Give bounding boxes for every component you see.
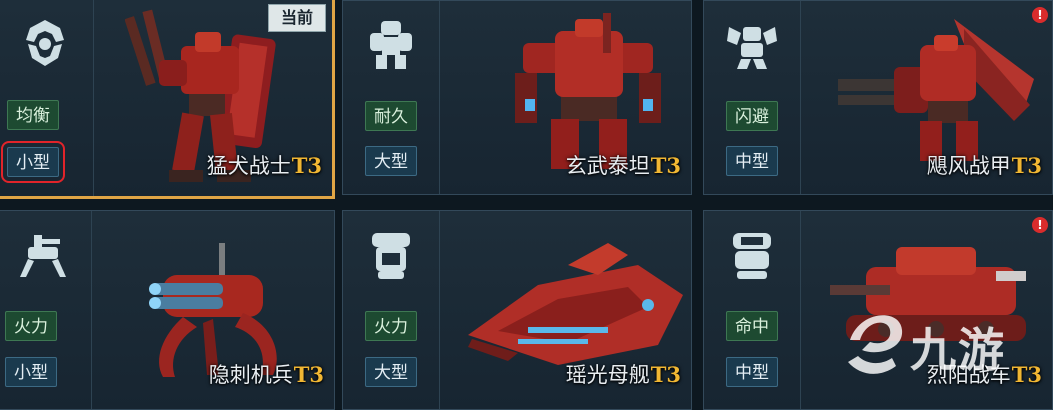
role-tag: 闪避 (726, 101, 778, 131)
tier-label: T3 (650, 153, 681, 178)
role-tag: 火力 (365, 311, 417, 341)
mech-image (838, 19, 1034, 161)
firepower-class-icon (20, 235, 66, 277)
mech-card-yaoguang[interactable]: 火力 大型 瑶光母舰T3 (342, 210, 692, 410)
current-badge: 当前 (268, 4, 326, 32)
size-tag: 大型 (365, 146, 417, 176)
role-tag: 火力 (5, 311, 57, 341)
size-tag: 中型 (726, 357, 778, 387)
mech-card-xuanwu[interactable]: 耐久 大型 玄武泰坦T3 (342, 0, 692, 195)
size-tag: 大型 (365, 357, 417, 387)
firepower-class-icon (372, 233, 410, 279)
mech-card-yinci[interactable]: 火力 小型 隐刺机兵T3 (0, 210, 335, 410)
tier-label: T3 (650, 362, 681, 387)
mech-name: 猛犬战士T3 (206, 153, 322, 178)
mech-name: 玄武泰坦T3 (565, 153, 681, 178)
accuracy-class-icon (733, 233, 771, 279)
mech-name: 飓风战甲T3 (926, 153, 1042, 178)
evasion-class-icon (727, 27, 777, 69)
tier-label: T3 (293, 362, 324, 387)
size-tag: 中型 (726, 146, 778, 176)
new-alert-icon: ! (1032, 217, 1048, 233)
card-sidebar: 火力 大型 (343, 211, 440, 409)
balanced-class-icon (26, 20, 64, 66)
card-sidebar: 命中 中型 (704, 211, 801, 409)
card-sidebar: 耐久 大型 (343, 1, 440, 194)
durable-class-icon (370, 21, 412, 69)
card-sidebar: 火力 小型 (0, 211, 92, 409)
watermark-text: 九游 (910, 323, 1006, 377)
mech-image (468, 243, 683, 365)
watermark-logo: 九游 (840, 300, 1040, 390)
mech-name: 隐刺机兵T3 (208, 362, 324, 387)
size-tag: 小型 (1, 141, 65, 183)
size-tag: 小型 (5, 357, 57, 387)
role-tag: 命中 (726, 311, 778, 341)
tier-label: T3 (1011, 153, 1042, 178)
role-tag: 耐久 (365, 101, 417, 131)
mech-name: 瑶光母舰T3 (565, 362, 681, 387)
tier-label: T3 (291, 153, 322, 178)
role-tag: 均衡 (7, 100, 59, 130)
mech-card-jufeng[interactable]: 闪避 中型 ! 飓风战甲T3 (703, 0, 1053, 195)
mech-card-mengquan[interactable]: 均衡 小型 当前 猛犬战士T3 (0, 0, 335, 199)
card-sidebar: 均衡 小型 (0, 0, 94, 196)
watermark-swirl-icon (848, 315, 903, 374)
new-alert-icon: ! (1032, 7, 1048, 23)
card-sidebar: 闪避 中型 (704, 1, 801, 194)
